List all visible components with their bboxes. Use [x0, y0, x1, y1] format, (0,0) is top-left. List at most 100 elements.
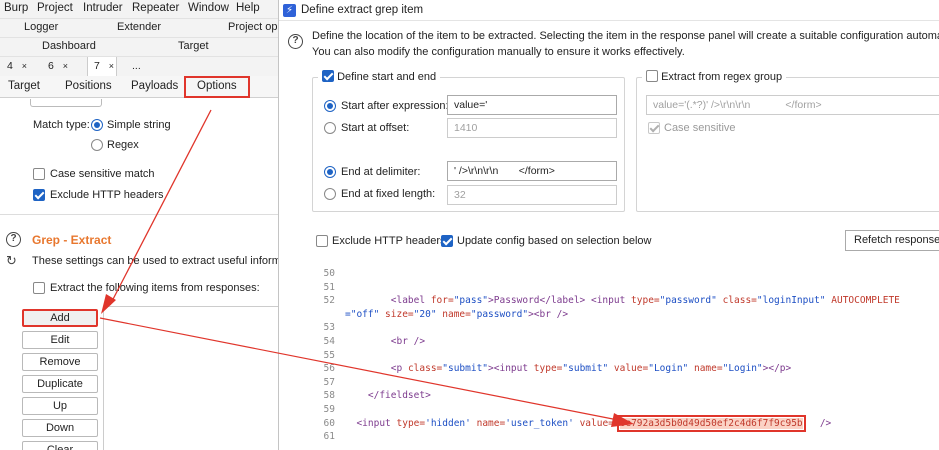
regex-group-header: Extract from regex group [642, 70, 787, 83]
add-button[interactable]: Add [22, 309, 98, 327]
define-start-end-checkbox[interactable] [322, 70, 334, 82]
extract-items-label: Extract the following items from respons… [50, 282, 260, 294]
code-token: "password" [470, 308, 529, 320]
refetch-response-button[interactable]: Refetch response [845, 230, 939, 251]
menu-bar: Burp Project Intruder Repeater Window He… [0, 0, 278, 18]
exclude-http-headers-checkbox[interactable] [33, 189, 45, 201]
code-token: name= [693, 363, 723, 375]
radio-simple-string[interactable] [91, 119, 103, 131]
refresh-icon[interactable]: ↻ [6, 254, 19, 267]
code-token: for= [430, 295, 454, 307]
define-start-end-header: Define start and end [318, 70, 441, 83]
match-type-label: Match type: [33, 119, 90, 131]
code-token: >Password</label> <input [488, 295, 632, 307]
extract-items-list[interactable] [103, 306, 278, 450]
tab-dashboard[interactable]: Dashboard [42, 40, 96, 52]
line-number: 50 [323, 268, 335, 279]
close-icon[interactable]: × [109, 61, 114, 71]
edit-button[interactable]: Edit [22, 331, 98, 349]
top-tabs-row-2: Dashboard Target [0, 37, 278, 56]
menu-intruder[interactable]: Intruder [83, 2, 123, 14]
menu-window[interactable]: Window [188, 2, 229, 14]
duplicate-button[interactable]: Duplicate [22, 375, 98, 393]
tab-target[interactable]: Target [178, 40, 209, 52]
update-config-checkbox[interactable] [441, 235, 453, 247]
code-line: ="off" size="20" name="password"><br /> [345, 309, 568, 320]
regex-group-checkbox[interactable] [646, 70, 658, 82]
radio-start-after-expression[interactable] [324, 100, 336, 112]
top-tabs-row-1: Logger Extender Project op [0, 18, 278, 37]
down-button[interactable]: Down [22, 419, 98, 437]
close-icon[interactable]: × [63, 61, 68, 71]
section-divider [0, 214, 278, 215]
code-token: ' [613, 417, 620, 429]
regex-case-sensitive-checkbox[interactable] [648, 122, 660, 134]
code-token: <label [390, 295, 431, 307]
attack-tabs: 4 × 6 × 7 × ... [0, 56, 278, 77]
end-at-delimiter-input[interactable]: ' />\r\n\r\n </form> [447, 161, 617, 181]
line-number: 51 [323, 281, 335, 293]
menu-burp[interactable]: Burp [4, 2, 28, 14]
radio-regex[interactable] [91, 139, 103, 151]
line-number: 58 [323, 390, 335, 402]
line-number: 57 [323, 376, 335, 388]
radio-end-at-fixed-length[interactable] [324, 188, 336, 200]
code-token: class= [407, 363, 443, 375]
options-tab-highlight [184, 76, 250, 98]
tab-extender[interactable]: Extender [117, 21, 161, 33]
regex-input[interactable]: value='(.*?)' />\r\n\r\n </form> [646, 95, 939, 115]
menu-help[interactable]: Help [236, 2, 260, 14]
menu-repeater[interactable]: Repeater [132, 2, 179, 14]
start-after-expression-input[interactable]: value=' [447, 95, 617, 115]
subtab-target[interactable]: Target [8, 80, 40, 92]
code-line: <input type='hidden' name='user_token' v… [345, 414, 832, 432]
line-number: 53 [323, 322, 335, 334]
code-token: "loginInput" [756, 295, 832, 307]
tab-logger[interactable]: Logger [24, 21, 58, 33]
code-token: /> [819, 417, 832, 429]
case-sensitive-match-checkbox[interactable] [33, 168, 45, 180]
line-number: 54 [323, 336, 335, 347]
code-token: name= [476, 417, 506, 429]
code-token: value= [613, 363, 649, 375]
define-extract-grep-item-dialog: ⚡ Define extract grep item ? Define the … [278, 0, 939, 450]
radio-end-at-delimiter[interactable] [324, 166, 336, 178]
regex-group-label: Extract from regex group [661, 71, 783, 83]
tab-project-options[interactable]: Project op [228, 21, 278, 33]
clear-button[interactable]: Clear [22, 441, 98, 450]
up-button[interactable]: Up [22, 397, 98, 415]
exclude-http-headers-dialog-checkbox[interactable] [316, 235, 328, 247]
code-token: "Login" [722, 363, 763, 375]
close-icon[interactable]: × [22, 61, 27, 71]
user-token-value-highlight[interactable]: 6e792a3d5b0d49d50ef2c4d6f7f9c95b [616, 414, 806, 432]
attack-tab-more[interactable]: ... [132, 57, 152, 77]
define-start-end-label: Define start and end [337, 71, 437, 83]
code-token: ><br /> [528, 308, 569, 320]
code-token: "Login" [648, 363, 694, 375]
code-token: "password" [659, 295, 723, 307]
help-icon[interactable]: ? [6, 232, 21, 247]
code-token: <input [356, 417, 397, 429]
extract-items-checkbox[interactable] [33, 282, 45, 294]
response-viewer[interactable]: 50 51 52 <label for="pass">Password</label… [309, 264, 939, 450]
menu-project[interactable]: Project [37, 2, 73, 14]
radio-regex-label: Regex [107, 139, 139, 151]
attack-tab[interactable]: 4 × [2, 57, 30, 77]
code-token: type= [396, 417, 426, 429]
end-at-fixed-length-input[interactable]: 32 [447, 185, 617, 205]
radio-start-at-offset[interactable] [324, 122, 336, 134]
dialog-title: Define extract grep item [301, 4, 424, 16]
remove-button[interactable]: Remove [22, 353, 98, 371]
start-at-offset-input[interactable]: 1410 [447, 118, 617, 138]
subtab-payloads[interactable]: Payloads [131, 80, 178, 92]
code-token: type= [631, 295, 660, 307]
code-token: "pass" [453, 295, 489, 307]
attack-tab[interactable]: 6 × [43, 57, 73, 77]
attack-tab-selected[interactable]: 7 × [87, 57, 117, 77]
help-icon[interactable]: ? [288, 34, 303, 49]
subtab-positions[interactable]: Positions [65, 80, 112, 92]
code-token: <p [390, 363, 408, 375]
